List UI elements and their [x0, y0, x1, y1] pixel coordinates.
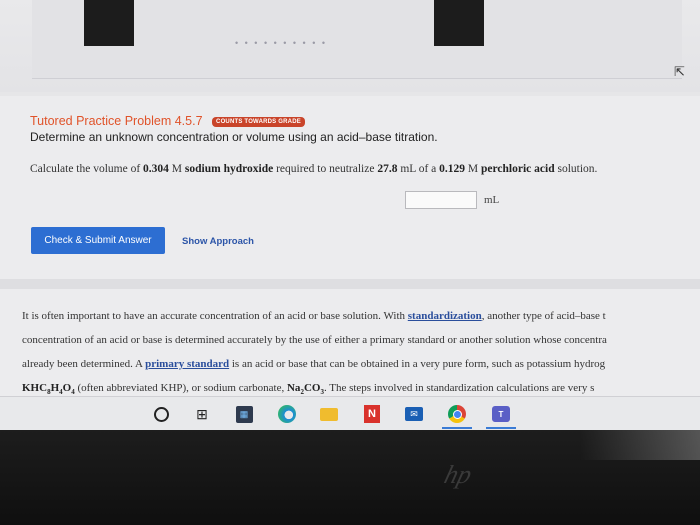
text: already been determined. A: [22, 358, 146, 370]
naoh-name: sodium hydroxide: [184, 163, 274, 175]
task-view-icon[interactable]: ⊞: [191, 403, 213, 425]
problem-title: Tutored Practice Problem 4.5.7 COUNTS TO…: [30, 114, 305, 128]
light-reflection: [580, 430, 700, 460]
text: , another type of acid–base t: [481, 310, 606, 322]
acid-volume: 27.8: [377, 163, 398, 175]
progress-dots: • • • • • • • • • •: [235, 38, 328, 48]
onenote-icon[interactable]: N: [361, 403, 383, 425]
grade-badge: COUNTS TOWARDS GRADE: [212, 117, 305, 127]
text: CO: [303, 382, 321, 394]
acid-concentration: 0.129: [439, 163, 466, 175]
page-top-area: • • • • • • • • • • ⇱: [0, 0, 700, 92]
text: (often abbreviated KHP), or sodium carbo…: [74, 382, 287, 394]
standardization-paragraph: It is often important to have an accurat…: [22, 304, 700, 404]
answer-input[interactable]: [405, 191, 477, 209]
naoh-concentration: 0.304: [143, 163, 169, 175]
mouse-cursor-icon: ⇱: [674, 64, 685, 79]
file-explorer-icon[interactable]: [318, 403, 340, 425]
text: H: [50, 382, 60, 394]
problem-content: Tutored Practice Problem 4.5.7 COUNTS TO…: [0, 96, 700, 396]
media-block-right: [434, 0, 484, 46]
text: O: [62, 382, 72, 394]
na2co3-formula: Na2CO3: [286, 382, 324, 396]
show-approach-link[interactable]: Show Approach: [182, 236, 254, 247]
text: . The steps involved in standardization …: [323, 382, 595, 394]
question-part: Calculate the volume of: [30, 163, 144, 175]
text: Na: [286, 382, 301, 394]
acid-name: perchloric acid: [481, 163, 555, 175]
hp-logo: hp: [441, 460, 476, 489]
answer-unit: mL: [484, 194, 500, 206]
standardization-term-link[interactable]: standardization: [408, 310, 482, 322]
edge-icon[interactable]: [276, 403, 298, 425]
question-part: solution.: [554, 163, 598, 175]
chrome-icon[interactable]: [442, 403, 472, 429]
windows-taskbar: ⊞ ▦ N ✉ T: [0, 396, 700, 430]
question-part: M: [168, 163, 185, 175]
question-part: mL of a: [397, 163, 440, 175]
mail-icon[interactable]: ✉: [403, 403, 425, 425]
problem-title-text: Tutored Practice Problem 4.5.7: [30, 114, 203, 128]
laptop-bezel: hp: [0, 430, 700, 525]
paragraph-line-3: already been determined. A primary stand…: [22, 352, 700, 376]
search-icon[interactable]: [150, 403, 172, 425]
media-block-left: [84, 0, 134, 46]
check-submit-button[interactable]: Check & Submit Answer: [31, 227, 165, 254]
primary-standard-term-link[interactable]: primary standard: [145, 358, 229, 370]
text: It is often important to have an accurat…: [22, 310, 408, 322]
onenote-letter: N: [364, 405, 380, 423]
question-text: Calculate the volume of 0.304 M sodium h…: [30, 163, 597, 175]
calculator-icon[interactable]: ▦: [233, 403, 255, 425]
section-divider: [0, 279, 700, 289]
teams-icon[interactable]: T: [486, 403, 516, 429]
problem-subtitle: Determine an unknown concentration or vo…: [30, 130, 438, 144]
question-part: required to neutralize: [273, 163, 378, 175]
text: is an acid or base that can be obtained …: [229, 358, 606, 370]
question-part: M: [465, 163, 482, 175]
paragraph-line-1: It is often important to have an accurat…: [22, 304, 700, 328]
paragraph-line-2: concentration of an acid or base is dete…: [22, 334, 607, 346]
laptop-screen: • • • • • • • • • • ⇱ Tutored Practice P…: [0, 0, 700, 430]
text: KHC: [22, 382, 48, 394]
khp-formula: KHC8H4O4: [22, 382, 75, 396]
